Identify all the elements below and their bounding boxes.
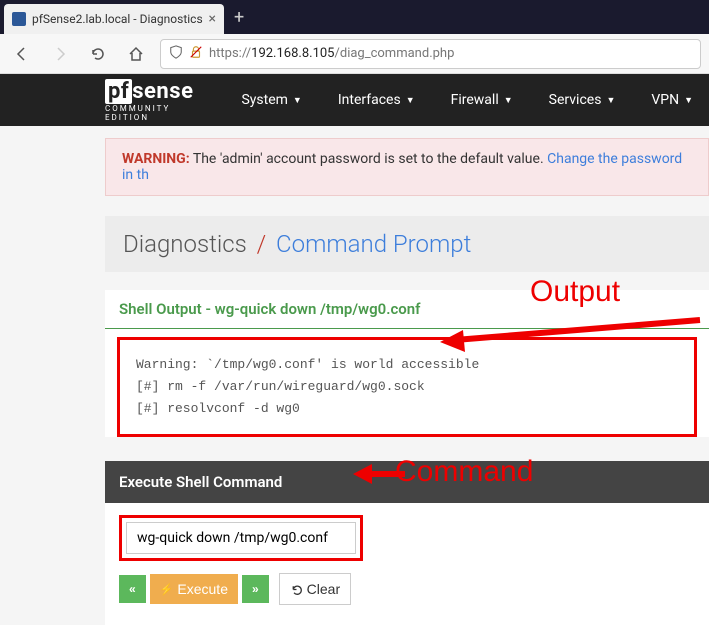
- shield-icon[interactable]: [169, 45, 183, 63]
- address-bar[interactable]: https://192.168.8.105/diag_command.php: [160, 39, 701, 69]
- caret-down-icon: ▼: [684, 95, 693, 106]
- url-text: https://192.168.8.105/diag_command.php: [209, 46, 454, 61]
- execute-header: Execute Shell Command: [105, 461, 709, 503]
- tab-favicon: [12, 12, 26, 26]
- caret-down-icon: ▼: [606, 95, 615, 106]
- breadcrumb-section[interactable]: Diagnostics: [123, 230, 247, 258]
- clear-button[interactable]: Clear: [279, 573, 351, 605]
- main-nav: System▼ Interfaces▼ Firewall▼ Services▼ …: [223, 82, 709, 118]
- shell-output-panel: Shell Output - wg-quick down /tmp/wg0.co…: [105, 290, 709, 437]
- warning-label: WARNING:: [122, 151, 190, 167]
- logo[interactable]: pfsense COMMUNITY EDITION: [105, 79, 193, 122]
- home-button[interactable]: [122, 40, 150, 68]
- reload-button[interactable]: [84, 40, 112, 68]
- caret-down-icon: ▼: [504, 95, 513, 106]
- command-input[interactable]: [126, 522, 356, 554]
- reload-icon: [90, 46, 106, 62]
- chevron-double-left-icon: «: [129, 582, 136, 596]
- shell-output-text: Warning: `/tmp/wg0.conf' is world access…: [117, 337, 697, 437]
- arrow-left-icon: [14, 46, 30, 62]
- execute-panel: Execute Shell Command « Execute » Clear: [105, 461, 709, 625]
- app-header: pfsense COMMUNITY EDITION System▼ Interf…: [0, 74, 709, 126]
- browser-toolbar: https://192.168.8.105/diag_command.php: [0, 34, 709, 74]
- new-tab-button[interactable]: +: [224, 1, 254, 34]
- forward-button: [46, 40, 74, 68]
- command-input-highlight: [119, 515, 363, 561]
- warning-text: The 'admin' account password is set to t…: [190, 151, 547, 167]
- page-content: WARNING: The 'admin' account password is…: [0, 138, 709, 625]
- tab-title: pfSense2.lab.local - Diagnostics: [32, 12, 203, 26]
- warning-banner: WARNING: The 'admin' account password is…: [105, 138, 709, 196]
- caret-down-icon: ▼: [406, 95, 415, 106]
- chevron-double-right-icon: »: [252, 582, 259, 596]
- breadcrumb-page[interactable]: Command Prompt: [276, 230, 471, 258]
- lock-icon[interactable]: [189, 45, 203, 63]
- history-next-button[interactable]: »: [242, 575, 269, 603]
- nav-interfaces[interactable]: Interfaces▼: [320, 82, 433, 118]
- shell-output-header: Shell Output - wg-quick down /tmp/wg0.co…: [105, 290, 709, 329]
- history-prev-button[interactable]: «: [119, 575, 146, 603]
- tab-close-icon[interactable]: ×: [209, 11, 216, 27]
- logo-text: pfsense: [105, 79, 193, 104]
- nav-system[interactable]: System▼: [223, 82, 319, 118]
- browser-tab-strip: pfSense2.lab.local - Diagnostics × +: [0, 0, 709, 34]
- execute-button[interactable]: Execute: [150, 574, 238, 604]
- browser-tab-active[interactable]: pfSense2.lab.local - Diagnostics ×: [4, 4, 224, 34]
- caret-down-icon: ▼: [293, 95, 302, 106]
- logo-edition: COMMUNITY EDITION: [105, 104, 193, 122]
- breadcrumb-separator: /: [257, 230, 267, 258]
- arrow-right-icon: [52, 46, 68, 62]
- execute-body: « Execute » Clear: [105, 503, 709, 625]
- nav-services[interactable]: Services▼: [531, 82, 634, 118]
- nav-firewall[interactable]: Firewall▼: [433, 82, 531, 118]
- undo-icon: [290, 583, 303, 596]
- execute-button-row: « Execute » Clear: [119, 573, 695, 605]
- nav-vpn[interactable]: VPN▼: [633, 82, 709, 118]
- home-icon: [128, 46, 144, 62]
- breadcrumb: Diagnostics / Command Prompt: [105, 216, 709, 272]
- back-button[interactable]: [8, 40, 36, 68]
